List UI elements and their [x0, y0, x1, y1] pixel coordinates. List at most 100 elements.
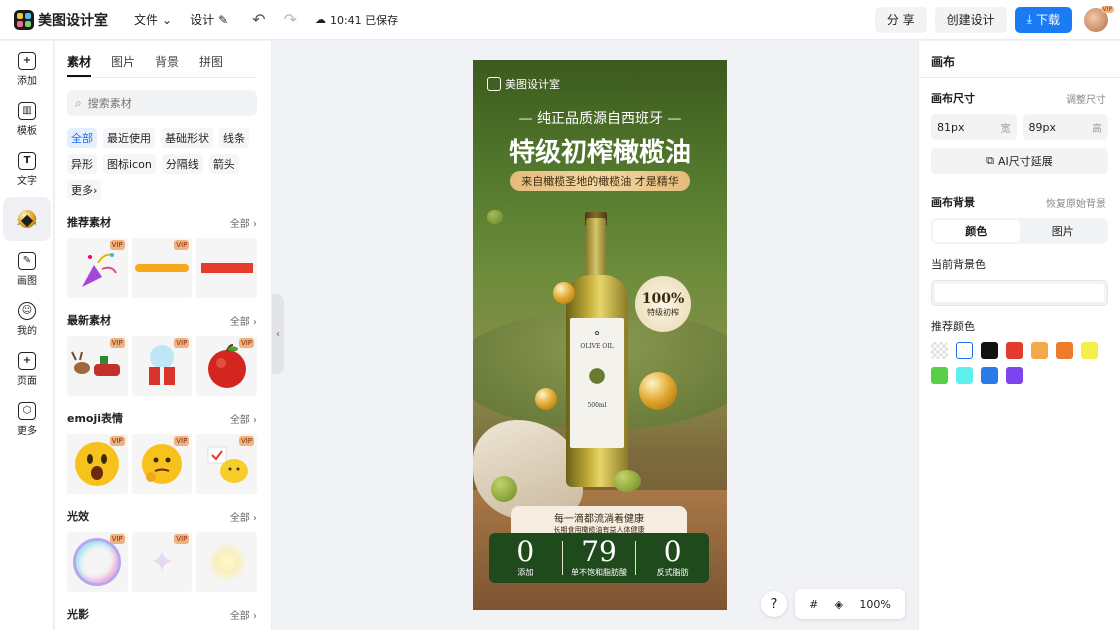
section-emoji: emoji表情 全部 › — [67, 410, 257, 426]
file-menu[interactable]: 文件 ⌄ — [134, 11, 172, 28]
chip-lines[interactable]: 线条 — [219, 128, 249, 148]
canvas-bg-label: 画布背景 — [931, 196, 975, 209]
swatch-transparent[interactable] — [931, 342, 948, 359]
bottle-label: ✿ OLIVE OIL 500ml — [570, 318, 624, 448]
asset-snow-globe[interactable]: VIP — [131, 336, 193, 396]
badge-text: 特级初榨 — [647, 307, 679, 317]
bottle-volume-text: 500ml — [587, 402, 607, 409]
zoom-level[interactable]: 100% — [859, 598, 890, 611]
share-button[interactable]: 分 享 — [874, 6, 927, 33]
chip-recent[interactable]: 最近使用 — [103, 128, 155, 148]
download-button[interactable]: ⤓ 下载 — [1014, 6, 1072, 33]
bubble-shape — [73, 538, 122, 586]
tab-materials[interactable]: 素材 — [67, 53, 92, 77]
poster-brand[interactable]: 美图设计室 — [487, 76, 560, 92]
asset-emoji-chick[interactable]: VIP — [196, 434, 258, 494]
collapse-panel-handle[interactable]: ‹ — [272, 294, 284, 374]
see-all-link[interactable]: 全部 › — [230, 215, 257, 230]
rail-item-text[interactable]: T 文字 — [3, 147, 51, 191]
restore-bg-link[interactable]: 恢复原始背景 — [1046, 195, 1106, 210]
rail-item-page[interactable]: + 页面 — [3, 347, 51, 391]
recommended-colors-label: 推荐颜色 — [931, 320, 975, 333]
search-box[interactable]: ⌕ — [67, 90, 257, 116]
swatch-light-orange[interactable] — [1031, 342, 1048, 359]
chip-irregular[interactable]: 异形 — [67, 154, 97, 174]
see-all-link[interactable]: 全部 › — [230, 607, 257, 622]
see-all-label: 全部 — [229, 218, 250, 230]
swatch-orange[interactable] — [1056, 342, 1073, 359]
see-all-link[interactable]: 全部 › — [230, 313, 257, 328]
current-bg-color-field[interactable] — [931, 280, 1108, 306]
purity-badge[interactable]: 100% 特级初榨 — [635, 276, 691, 332]
apple-icon — [207, 344, 246, 388]
height-unit: 高 — [1092, 123, 1102, 135]
poster-stats[interactable]: 0 添加 79 单不饱和脂肪酸 0 反式脂肪 — [489, 533, 709, 583]
swatch-yellow[interactable] — [1081, 342, 1098, 359]
chip-dividers[interactable]: 分隔线 — [161, 154, 203, 174]
swatch-cyan[interactable] — [956, 367, 973, 384]
asset-glow[interactable] — [196, 532, 258, 592]
search-input[interactable] — [87, 96, 238, 110]
toggle-color[interactable]: 颜色 — [933, 220, 1020, 242]
asset-yellow-brush[interactable]: VIP — [131, 238, 193, 298]
chip-all[interactable]: 全部 — [67, 128, 97, 148]
asset-emoji-thinking[interactable]: VIP — [131, 434, 193, 494]
asset-bubble[interactable]: VIP — [67, 532, 128, 592]
grid-icon[interactable]: # — [809, 598, 818, 611]
vip-tag: VIP — [109, 240, 125, 250]
poster-canvas[interactable]: 美图设计室 — 纯正品质源自西班牙 — 特级初榨橄榄油 来自橄榄圣地的橄榄油 才… — [473, 60, 727, 610]
see-all-label: 全部 — [229, 316, 250, 328]
asset-apple[interactable]: VIP — [196, 336, 258, 396]
layers-icon[interactable]: ◈ — [835, 598, 843, 611]
app-logo[interactable]: 美图设计室 — [14, 9, 108, 30]
vip-tag: VIP — [109, 338, 125, 348]
swatch-green[interactable] — [931, 367, 948, 384]
chip-basic-shapes[interactable]: 基础形状 — [161, 128, 213, 148]
asset-party-popper[interactable]: VIP — [67, 238, 128, 298]
see-all-link[interactable]: 全部 › — [230, 509, 257, 524]
asset-sparkle[interactable]: VIP ✦ — [131, 532, 193, 592]
sparkle-icon: ✦ — [149, 544, 175, 580]
tab-backgrounds[interactable]: 背景 — [155, 53, 179, 77]
olive — [487, 210, 503, 224]
adjust-size-link[interactable]: 调整尺寸 — [1066, 91, 1106, 106]
swatch-black[interactable] — [981, 342, 998, 359]
rail-item-label: 更多 — [17, 425, 37, 437]
file-menu-label: 文件 — [134, 13, 159, 27]
asset-sleigh[interactable]: VIP — [67, 336, 128, 396]
tab-collage[interactable]: 拼图 — [199, 53, 223, 77]
stat-value: 79 — [581, 535, 617, 568]
poster-subtitle[interactable]: — 纯正品质源自西班牙 — — [473, 108, 727, 128]
download-icon: ⤓ — [1026, 12, 1032, 26]
logo-icon — [14, 9, 34, 30]
chip-more[interactable]: 更多 › — [67, 180, 102, 200]
redo-icon[interactable]: ↷ — [284, 10, 297, 29]
create-design-button[interactable]: 创建设计 — [934, 6, 1007, 33]
rail-item-add[interactable]: + 添加 — [3, 47, 51, 91]
width-field[interactable]: 81px 宽 — [931, 114, 1017, 140]
rail-item-more[interactable]: ⬡ 更多 — [3, 397, 51, 441]
asset-red-bar[interactable] — [196, 238, 258, 298]
swatch-red[interactable] — [1006, 342, 1023, 359]
tab-images[interactable]: 图片 — [111, 53, 135, 77]
swatch-blue[interactable] — [981, 367, 998, 384]
see-all-link[interactable]: 全部 › — [230, 411, 257, 426]
design-menu[interactable]: 设计 ✎ — [190, 11, 228, 28]
chip-arrows[interactable]: 箭头 — [208, 154, 239, 174]
height-field[interactable]: 89px 高 — [1022, 114, 1108, 140]
toggle-image[interactable]: 图片 — [1020, 220, 1107, 242]
swatch-purple[interactable] — [1006, 367, 1023, 384]
rail-item-mine[interactable]: ☺ 我的 — [3, 297, 51, 341]
help-button[interactable]: ? — [761, 591, 787, 617]
swatch-white[interactable] — [956, 342, 973, 359]
ai-resize-button[interactable]: ⧉ AI尺寸延展 — [931, 148, 1108, 174]
chip-icons[interactable]: 图标icon — [103, 154, 156, 174]
rail-item-draw[interactable]: ✎ 画图 — [3, 247, 51, 291]
poster-tagline[interactable]: 来自橄榄圣地的橄榄油 才是精华 — [510, 171, 690, 191]
rail-item-template[interactable]: ▥ 模板 — [3, 97, 51, 141]
undo-icon[interactable]: ↶ — [252, 10, 265, 29]
rail-item-elements[interactable]: ◆ 元素 — [3, 197, 51, 241]
avatar[interactable]: VIP — [1084, 5, 1114, 32]
poster-title[interactable]: 特级初榨橄榄油 — [473, 132, 727, 169]
asset-emoji-scared[interactable]: VIP — [67, 434, 128, 494]
